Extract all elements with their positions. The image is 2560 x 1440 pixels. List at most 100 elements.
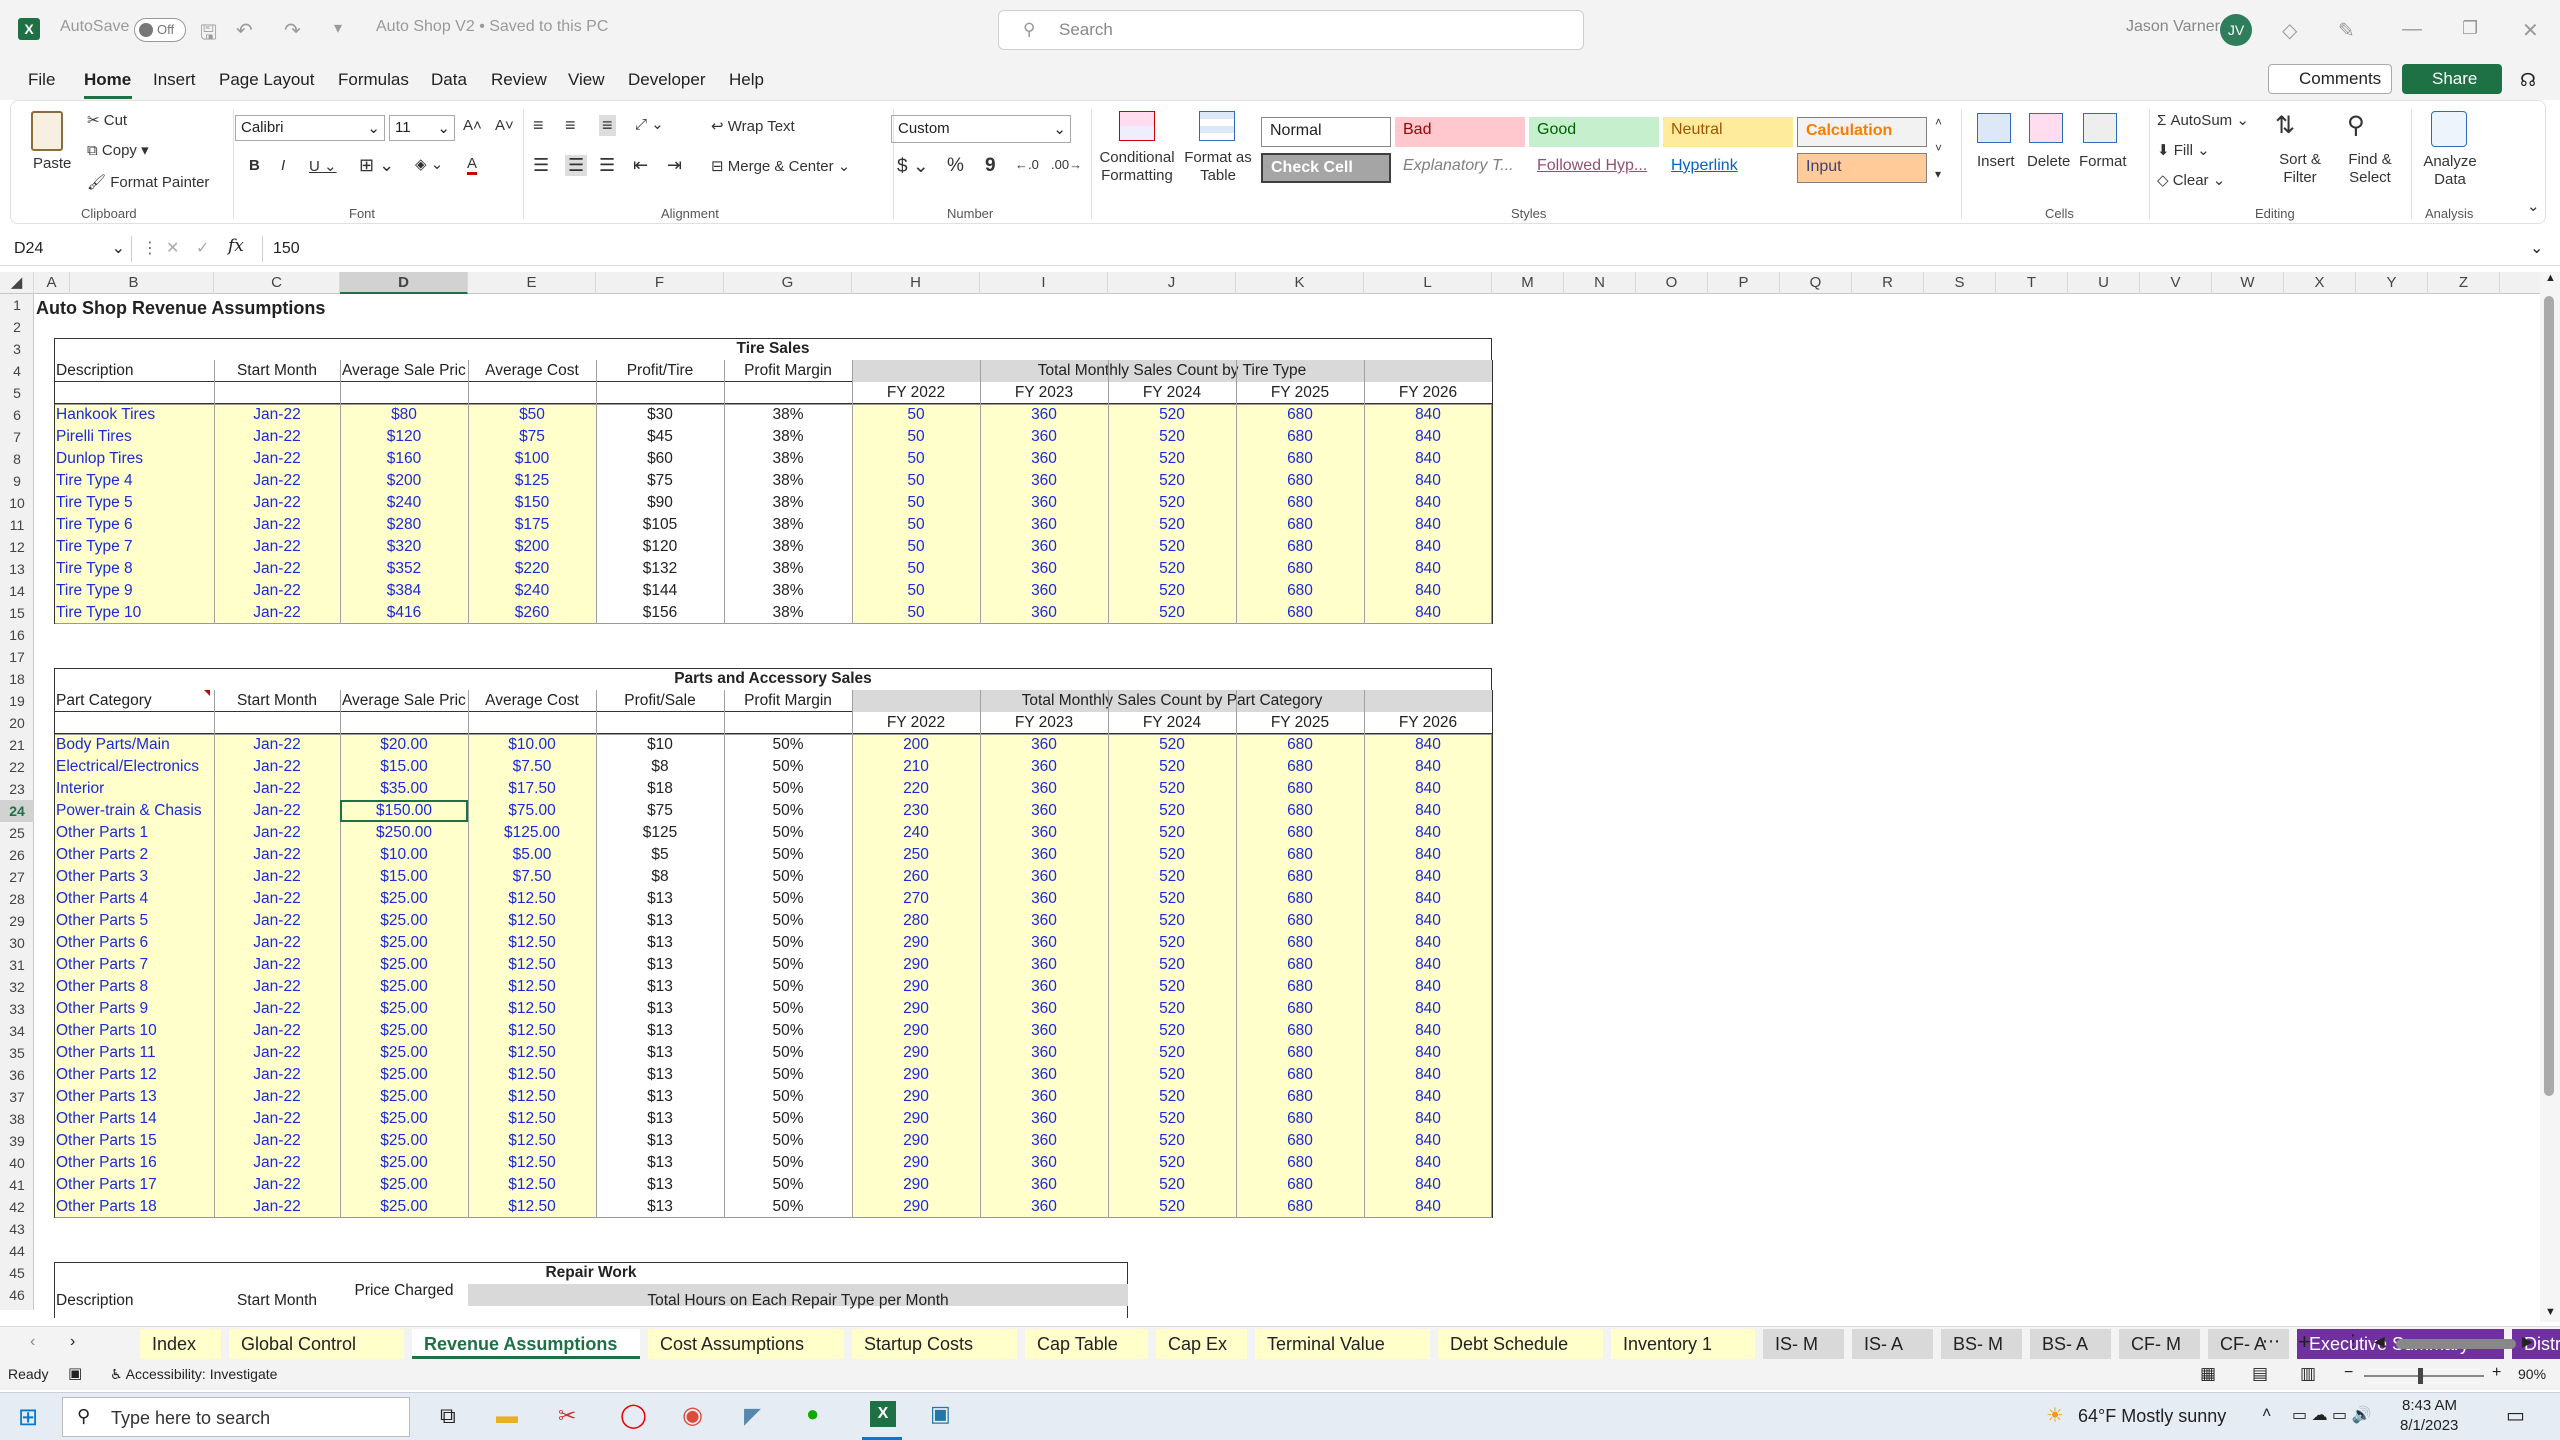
row-header[interactable]: 33: [0, 998, 34, 1020]
font-name-select[interactable]: Calibri ⌄: [235, 115, 385, 141]
value-cell[interactable]: $200: [342, 470, 466, 492]
value-cell[interactable]: $12.50: [470, 1108, 594, 1130]
row-label[interactable]: Other Parts 10: [56, 1020, 212, 1042]
value-cell[interactable]: $12.50: [470, 888, 594, 910]
sheet-tab[interactable]: Cost Assumptions: [648, 1329, 844, 1359]
column-header-c[interactable]: C: [214, 272, 340, 294]
value-cell[interactable]: 680: [1238, 426, 1362, 448]
clear-button[interactable]: ◇ Clear ⌄: [2157, 171, 2225, 189]
value-cell[interactable]: 50%: [726, 866, 850, 888]
value-cell[interactable]: $156: [598, 602, 722, 624]
styles-more-icon[interactable]: ▾: [1935, 167, 1941, 181]
app-icon[interactable]: ◤: [744, 1403, 761, 1429]
value-cell[interactable]: $25.00: [342, 1196, 466, 1218]
row-label[interactable]: Other Parts 18: [56, 1196, 212, 1218]
value-cell[interactable]: 680: [1238, 734, 1362, 756]
column-label[interactable]: Start Month: [216, 690, 338, 712]
value-cell[interactable]: $8: [598, 756, 722, 778]
value-cell[interactable]: 680: [1238, 756, 1362, 778]
percent-icon[interactable]: %: [947, 155, 964, 177]
value-cell[interactable]: 840: [1366, 756, 1490, 778]
value-cell[interactable]: $60: [598, 448, 722, 470]
value-cell[interactable]: $12.50: [470, 1152, 594, 1174]
column-header-f[interactable]: F: [596, 272, 724, 294]
row-header[interactable]: 18: [0, 668, 34, 690]
value-cell[interactable]: $25.00: [342, 1152, 466, 1174]
row-header[interactable]: 39: [0, 1130, 34, 1152]
repair-col-price[interactable]: Price Charged: [340, 1280, 468, 1302]
value-cell[interactable]: 680: [1238, 910, 1362, 932]
value-cell[interactable]: 360: [982, 888, 1106, 910]
wrap-text-button[interactable]: ↩ Wrap Text: [711, 117, 795, 135]
minimize-icon[interactable]: —: [2402, 18, 2422, 41]
font-size-select[interactable]: 11 ⌄: [389, 115, 455, 141]
value-cell[interactable]: 360: [982, 998, 1106, 1020]
diamond-icon[interactable]: ◇: [2282, 18, 2297, 43]
value-cell[interactable]: 680: [1238, 1086, 1362, 1108]
value-cell[interactable]: $125: [598, 822, 722, 844]
style-hyperlink[interactable]: Hyperlink: [1663, 153, 1793, 183]
zoom-out-icon[interactable]: −: [2344, 1364, 2353, 1382]
value-cell[interactable]: 360: [982, 954, 1106, 976]
sheet-tab[interactable]: Global Control: [229, 1329, 404, 1359]
row-header[interactable]: 10: [0, 492, 34, 514]
value-cell[interactable]: 840: [1366, 976, 1490, 998]
value-cell[interactable]: $18: [598, 778, 722, 800]
value-cell[interactable]: Jan-22: [216, 1108, 338, 1130]
row-label[interactable]: Other Parts 1: [56, 822, 212, 844]
value-cell[interactable]: 840: [1366, 1086, 1490, 1108]
row-header[interactable]: 7: [0, 426, 34, 448]
value-cell[interactable]: $12.50: [470, 998, 594, 1020]
year-header[interactable]: FY 2023: [980, 712, 1108, 734]
value-cell[interactable]: Jan-22: [216, 426, 338, 448]
chrome-icon[interactable]: ◉: [682, 1401, 703, 1430]
value-cell[interactable]: 840: [1366, 1130, 1490, 1152]
decrease-indent-icon[interactable]: ⇤: [633, 155, 648, 176]
value-cell[interactable]: 680: [1238, 1152, 1362, 1174]
value-cell[interactable]: $125: [470, 470, 594, 492]
font-color-icon[interactable]: A: [467, 155, 478, 175]
value-cell[interactable]: $15.00: [342, 866, 466, 888]
style-normal[interactable]: Normal: [1261, 117, 1391, 147]
value-cell[interactable]: $280: [342, 514, 466, 536]
value-cell[interactable]: $144: [598, 580, 722, 602]
value-cell[interactable]: $17.50: [470, 778, 594, 800]
format-as-table-button[interactable]: Format as Table: [1181, 149, 1255, 185]
column-header-g[interactable]: G: [724, 272, 852, 294]
opera-icon[interactable]: ◯: [620, 1401, 647, 1430]
value-cell[interactable]: 50: [854, 558, 978, 580]
menu-formulas[interactable]: Formulas: [338, 70, 409, 90]
value-cell[interactable]: 38%: [726, 602, 850, 624]
row-header[interactable]: 38: [0, 1108, 34, 1130]
value-cell[interactable]: 50%: [726, 932, 850, 954]
value-cell[interactable]: 840: [1366, 844, 1490, 866]
row-header[interactable]: 4: [0, 360, 34, 382]
tray-chevron-icon[interactable]: ˄: [2262, 1405, 2271, 1423]
excel-taskbar-icon[interactable]: X: [870, 1401, 896, 1427]
zoom-in-icon[interactable]: +: [2492, 1364, 2501, 1382]
expand-formula-icon[interactable]: ⌄: [2530, 238, 2543, 258]
value-cell[interactable]: 520: [1110, 404, 1234, 426]
value-cell[interactable]: $8: [598, 866, 722, 888]
row-label[interactable]: Other Parts 5: [56, 910, 212, 932]
column-label[interactable]: Description: [56, 360, 212, 382]
value-cell[interactable]: 680: [1238, 1196, 1362, 1218]
insert-function-icon[interactable]: fx: [228, 236, 244, 256]
vertical-scroll-thumb[interactable]: [2544, 296, 2554, 1096]
sheet-tab[interactable]: Index: [140, 1329, 221, 1359]
value-cell[interactable]: 520: [1110, 822, 1234, 844]
borders-icon[interactable]: ⊞ ⌄: [359, 155, 394, 176]
value-cell[interactable]: 50%: [726, 1130, 850, 1152]
value-cell[interactable]: 290: [854, 976, 978, 998]
comments-button[interactable]: Comments: [2268, 64, 2392, 94]
value-cell[interactable]: 50%: [726, 888, 850, 910]
value-cell[interactable]: 360: [982, 932, 1106, 954]
value-cell[interactable]: Jan-22: [216, 1130, 338, 1152]
value-cell[interactable]: $75.00: [470, 800, 594, 822]
row-label[interactable]: Hankook Tires: [56, 404, 212, 426]
value-cell[interactable]: 360: [982, 844, 1106, 866]
weather-text[interactable]: 64°F Mostly sunny: [2078, 1406, 2226, 1427]
row-header[interactable]: 34: [0, 1020, 34, 1042]
select-all-corner[interactable]: ◢: [0, 272, 34, 294]
name-box[interactable]: D24 ⌄: [8, 236, 132, 262]
